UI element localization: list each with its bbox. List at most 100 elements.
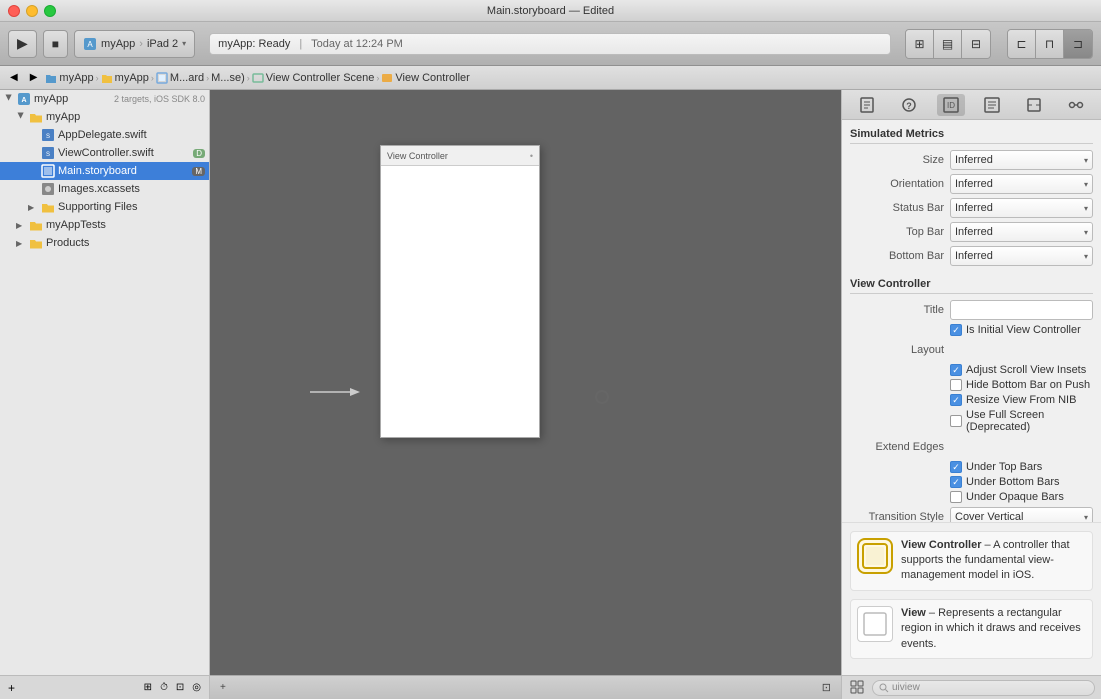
canvas-add-btn[interactable]: + <box>216 680 230 695</box>
minimize-button[interactable] <box>26 5 38 17</box>
storyboard-canvas: View Controller • + ⊡ <box>210 90 841 699</box>
layout-group: ⊏ ⊓ ⊐ <box>1007 29 1093 59</box>
breadcrumb-vc-scene[interactable]: View Controller Scene <box>252 72 375 84</box>
bottom-bar-select[interactable]: Inferred ▾ <box>950 246 1093 266</box>
tab-identity[interactable]: ID <box>937 94 965 116</box>
transition-select[interactable]: Cover Vertical ▾ <box>950 507 1093 522</box>
under-bottom-checkbox[interactable]: ✓ <box>950 476 962 488</box>
full-screen-checkbox[interactable] <box>950 415 962 427</box>
library-grid-icon[interactable] <box>848 678 868 698</box>
bottom-panel-btn[interactable]: ⊓ <box>1036 30 1064 58</box>
cursor-indicator <box>595 390 609 404</box>
resize-nib-checkbox[interactable]: ✓ <box>950 394 962 406</box>
root-label: myApp <box>34 93 109 105</box>
bottom-bar-arrow-icon: ▾ <box>1084 252 1088 261</box>
git-btn[interactable]: ⊡ <box>174 680 186 695</box>
view-controller-box: View Controller • <box>380 145 540 438</box>
size-select[interactable]: Inferred ▾ <box>950 150 1093 170</box>
full-screen-row: Use Full Screen (Deprecated) <box>850 409 1093 433</box>
sidebar-item-products[interactable]: ▶ Products <box>0 234 209 252</box>
orientation-arrow-icon: ▾ <box>1084 180 1088 189</box>
maximize-button[interactable] <box>44 5 56 17</box>
hide-bottom-checkbox[interactable] <box>950 379 962 391</box>
scheme-device-label: iPad 2 <box>147 38 178 50</box>
standard-editor-btn[interactable]: ⊞ <box>906 30 934 58</box>
scheme-selector[interactable]: A myApp › iPad 2 ▾ <box>74 30 195 58</box>
breadcrumb-storyboard[interactable]: M...ard <box>156 72 204 84</box>
forward-button[interactable]: ▶ <box>26 70 42 85</box>
sidebar-item-main-storyboard[interactable]: ▶ Main.storyboard M <box>0 162 209 180</box>
tab-quick-help[interactable]: ? <box>895 94 923 116</box>
library-search-box[interactable]: uiview <box>872 680 1095 696</box>
transition-arrow-icon: ▾ <box>1084 513 1088 522</box>
bottom-bar-label: Bottom Bar <box>850 250 950 262</box>
sidebar-item-root[interactable]: ▶ A myApp 2 targets, iOS SDK 8.0 <box>0 90 209 108</box>
sidebar-item-tests[interactable]: ▶ myAppTests <box>0 216 209 234</box>
breadcrumb-vc[interactable]: View Controller <box>381 72 469 84</box>
status-bar-label: Status Bar <box>850 202 950 214</box>
initial-vc-checkbox[interactable]: ✓ <box>950 324 962 336</box>
run-button[interactable]: ▶ <box>8 30 37 58</box>
m-badge: M <box>192 167 205 176</box>
orientation-select[interactable]: Inferred ▾ <box>950 174 1093 194</box>
stop-button[interactable]: ■ <box>43 30 68 58</box>
under-top-checkbox[interactable]: ✓ <box>950 461 962 473</box>
status-bar: myApp: Ready | Today at 12:24 PM <box>209 33 891 55</box>
vc-info-icon <box>857 538 893 574</box>
right-panel-btn[interactable]: ⊐ <box>1064 30 1092 58</box>
sidebar-item-myapp-folder[interactable]: ▶ myApp <box>0 108 209 126</box>
top-bar-label: Top Bar <box>850 226 950 238</box>
close-button[interactable] <box>8 5 20 17</box>
status-bar-select[interactable]: Inferred ▾ <box>950 198 1093 218</box>
inspector-panel: ? ID Simulated Metrics Size <box>841 90 1101 699</box>
adjust-scroll-checkbox[interactable]: ✓ <box>950 364 962 376</box>
vc-info-card: View Controller – A controller that supp… <box>850 531 1093 591</box>
extend-edges-label: Extend Edges <box>850 441 950 453</box>
add-file-button[interactable]: + <box>6 679 17 697</box>
img-triangle-placeholder: ▶ <box>28 185 38 194</box>
breadcrumb-myapp2[interactable]: myApp <box>101 72 149 84</box>
under-opaque-row: Under Opaque Bars <box>850 491 1093 503</box>
tab-size[interactable] <box>1020 94 1048 116</box>
view-info-card: View – Represents a rectangular region i… <box>850 599 1093 659</box>
left-panel-btn[interactable]: ⊏ <box>1008 30 1036 58</box>
sidebar-item-appdelegate[interactable]: ▶ S AppDelegate.swift <box>0 126 209 144</box>
swift-file-icon-2: S <box>41 146 55 160</box>
sup-triangle-icon: ▶ <box>28 203 38 212</box>
bottom-bar-row: Bottom Bar Inferred ▾ <box>850 246 1093 266</box>
tab-connections[interactable] <box>1062 94 1090 116</box>
resize-nib-label: Resize View From NIB <box>966 394 1076 406</box>
toolbar-right-controls: ⊞ ▤ ⊟ ⊏ ⊓ ⊐ <box>905 29 1093 59</box>
assistant-editor-btn[interactable]: ▤ <box>934 30 962 58</box>
stop-icon: ■ <box>52 37 59 51</box>
d-badge: D <box>193 149 205 158</box>
adjust-scroll-label: Adjust Scroll View Insets <box>966 364 1086 376</box>
under-bottom-row: ✓ Under Bottom Bars <box>850 476 1093 488</box>
tab-attributes[interactable] <box>978 94 1006 116</box>
sidebar-item-supporting[interactable]: ▶ Supporting Files <box>0 198 209 216</box>
triangle-icon: ▶ <box>5 94 14 104</box>
title-input[interactable] <box>950 300 1093 320</box>
filter-btn[interactable]: ⊞ <box>142 680 154 695</box>
sidebar: ▶ A myApp 2 targets, iOS SDK 8.0 ▶ myApp… <box>0 90 210 699</box>
view-info-icon <box>857 606 893 642</box>
breadcrumb-scene-group[interactable]: M...se) <box>211 72 245 84</box>
issues-btn[interactable]: ◎ <box>190 680 203 695</box>
sidebar-item-viewcontroller[interactable]: ▶ S ViewController.swift D <box>0 144 209 162</box>
vc-title-label: View Controller <box>387 151 448 161</box>
under-opaque-checkbox[interactable] <box>950 491 962 503</box>
history-btn[interactable]: ⏱ <box>158 680 170 695</box>
titlebar: Main.storyboard — Edited <box>0 0 1101 22</box>
breadcrumb-myapp1[interactable]: myApp <box>45 72 93 84</box>
back-button[interactable]: ◀ <box>6 70 22 85</box>
run-icon: ▶ <box>17 35 28 52</box>
appdelegate-label: AppDelegate.swift <box>58 129 205 141</box>
version-editor-btn[interactable]: ⊟ <box>962 30 990 58</box>
storyboard-icon <box>156 72 168 84</box>
canvas-fit-btn[interactable]: ⊡ <box>818 679 835 696</box>
initial-vc-row: ✓ Is Initial View Controller <box>850 324 1093 336</box>
tab-file-inspector[interactable] <box>853 94 881 116</box>
status-bar-arrow-icon: ▾ <box>1084 204 1088 213</box>
sidebar-item-images[interactable]: ▶ Images.xcassets <box>0 180 209 198</box>
top-bar-select[interactable]: Inferred ▾ <box>950 222 1093 242</box>
